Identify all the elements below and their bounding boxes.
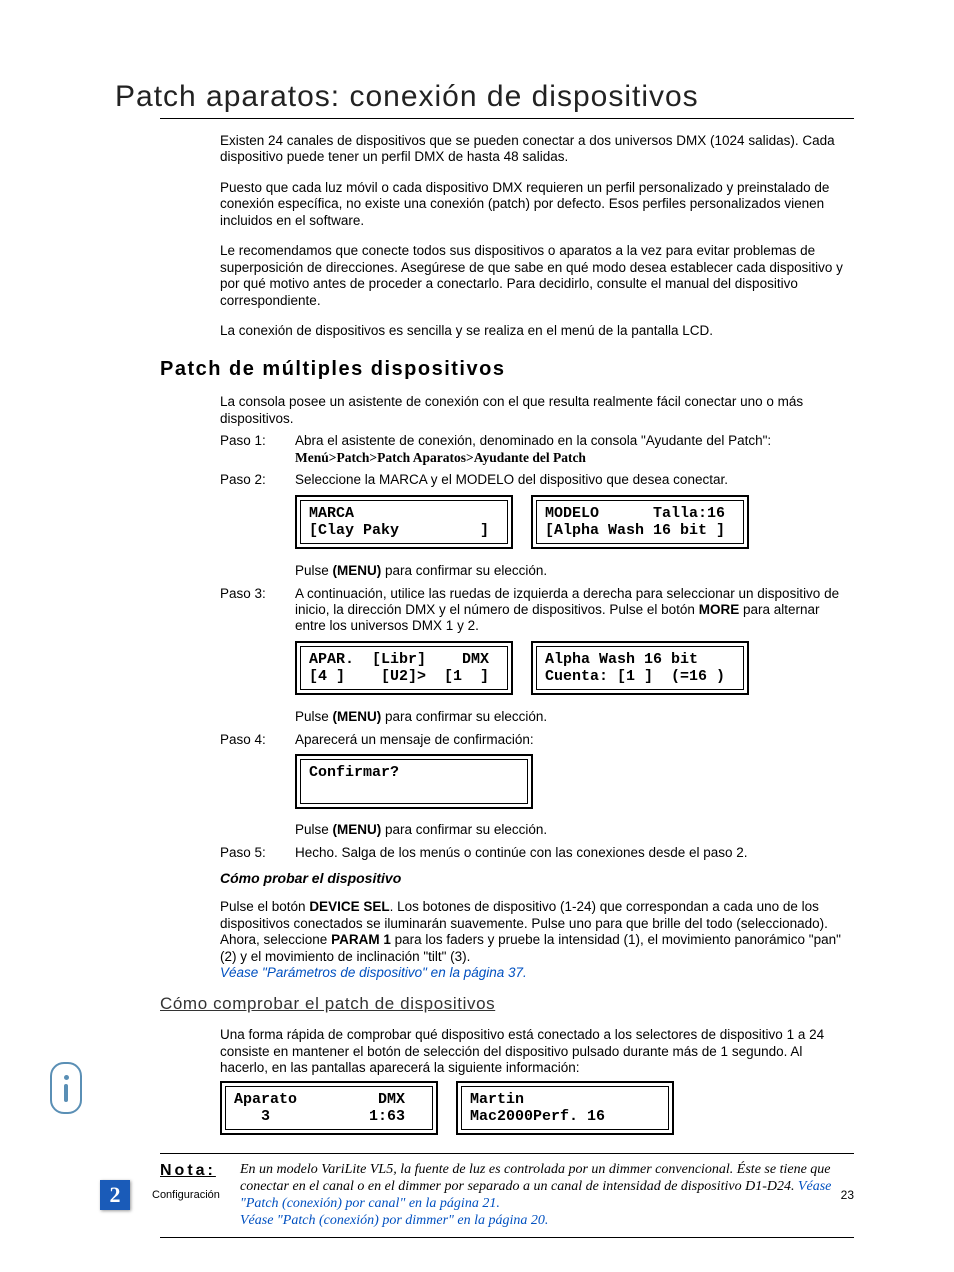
step-4-body: Aparecerá un mensaje de confirmación:: [295, 732, 854, 748]
lcd-row-4: Aparato DMX 3 1:63 Martin Mac2000Perf. 1…: [220, 1081, 854, 1136]
page-title: Patch aparatos: conexión de dispositivos: [115, 80, 854, 114]
step-1: Paso 1: Abra el asistente de conexión, d…: [220, 433, 854, 466]
step-2-label: Paso 2:: [220, 472, 295, 488]
subheading-comprobar: Cómo comprobar el patch de dispositivos: [160, 994, 854, 1014]
caption-menu-2: Pulse (MENU) para confirmar su elección.: [295, 709, 854, 724]
step-2: Paso 2: Seleccione la MARCA y el MODELO …: [220, 472, 854, 488]
step-4: Paso 4: Aparecerá un mensaje de confirma…: [220, 732, 854, 748]
step-1-menu-path: Menú>Patch>Patch Aparatos>Ayudante del P…: [295, 450, 586, 465]
probar-param1: PARAM 1: [331, 932, 391, 947]
step-1-body: Abra el asistente de conexión, denominad…: [295, 433, 854, 466]
lcd-martin-inner: Martin Mac2000Perf. 16: [461, 1086, 669, 1131]
patch-multiples-lead: La consola posee un asistente de conexió…: [220, 394, 854, 427]
press-menu-tail-1: para confirmar su elección.: [381, 563, 547, 578]
press-menu-pre-1: Pulse: [295, 563, 333, 578]
lcd-modelo: MODELO Talla:16 [Alpha Wash 16 bit ]: [531, 495, 749, 550]
footer: 2 Configuración 23: [0, 1180, 954, 1210]
step-3-body: A continuación, utilice las ruedas de iz…: [295, 586, 854, 635]
lcd-row-2: APAR. [Libr] DMX [4 ] [U2]> [1 ] Alpha W…: [295, 641, 854, 696]
step-5-body: Hecho. Salga de los menús o continúe con…: [295, 845, 854, 861]
step-5: Paso 5: Hecho. Salga de los menús o cont…: [220, 845, 854, 861]
probar-body: Pulse el botón DEVICE SEL. Los botones d…: [220, 899, 854, 981]
lcd-modelo-inner: MODELO Talla:16 [Alpha Wash 16 bit ]: [536, 500, 744, 545]
intro-p1: Existen 24 canales de dispositivos que s…: [220, 133, 854, 166]
probar-device-sel: DEVICE SEL: [309, 899, 389, 914]
step-2-body: Seleccione la MARCA y el MODELO del disp…: [295, 472, 854, 488]
page-number: 23: [841, 1188, 854, 1202]
press-menu-bold-2: (MENU): [333, 709, 382, 724]
info-icon: [50, 1062, 82, 1114]
lcd-aparato: Aparato DMX 3 1:63: [220, 1081, 438, 1136]
chapter-number-badge: 2: [100, 1180, 130, 1210]
chapter-title: Configuración: [152, 1189, 841, 1201]
lcd-row-1: MARCA [Clay Paky ] MODELO Talla:16 [Alph…: [295, 495, 854, 550]
lcd-aparato-inner: Aparato DMX 3 1:63: [225, 1086, 433, 1131]
lcd-apar-inner: APAR. [Libr] DMX [4 ] [U2]> [1 ]: [300, 646, 508, 691]
comprobar-body: Una forma rápida de comprobar qué dispos…: [220, 1027, 854, 1076]
lcd-marca-inner: MARCA [Clay Paky ]: [300, 500, 508, 545]
lcd-apar: APAR. [Libr] DMX [4 ] [U2]> [1 ]: [295, 641, 513, 696]
intro-p3: Le recomendamos que conecte todos sus di…: [220, 243, 854, 309]
intro-p2: Puesto que cada luz móvil o cada disposi…: [220, 180, 854, 229]
lcd-marca: MARCA [Clay Paky ]: [295, 495, 513, 550]
lcd-martin: Martin Mac2000Perf. 16: [456, 1081, 674, 1136]
lcd-confirmar: Confirmar?: [295, 754, 533, 809]
lcd-confirmar-inner: Confirmar?: [300, 759, 528, 804]
lcd-row-3: Confirmar?: [295, 754, 854, 809]
press-menu-tail-2: para confirmar su elección.: [381, 709, 547, 724]
caption-menu-3: Pulse (MENU) para confirmar su elección.: [295, 822, 854, 837]
caption-menu-1: Pulse (MENU) para confirmar su elección.: [295, 563, 854, 578]
press-menu-tail-3: para confirmar su elección.: [381, 822, 547, 837]
press-menu-bold-1: (MENU): [333, 563, 382, 578]
step-5-label: Paso 5:: [220, 845, 295, 861]
step-3: Paso 3: A continuación, utilice las rued…: [220, 586, 854, 635]
step-3-label: Paso 3:: [220, 586, 295, 635]
press-menu-pre-3: Pulse: [295, 822, 333, 837]
subheading-probar: Cómo probar el dispositivo: [220, 870, 854, 886]
intro-p4: La conexión de dispositivos es sencilla …: [220, 323, 854, 339]
probar-link[interactable]: Véase "Parámetros de dispositivo" en la …: [220, 965, 527, 980]
step-1-label: Paso 1:: [220, 433, 295, 466]
probar-pre: Pulse el botón: [220, 899, 309, 914]
title-rule: [160, 118, 854, 119]
step-4-label: Paso 4:: [220, 732, 295, 748]
subheading-patch-multiples: Patch de múltiples dispositivos: [160, 358, 854, 381]
lcd-alpha: Alpha Wash 16 bit Cuenta: [1 ] (=16 ): [531, 641, 749, 696]
step-3-more: MORE: [699, 602, 740, 617]
note-link-2[interactable]: Véase "Patch (conexión) por dimmer" en l…: [240, 1213, 548, 1228]
press-menu-pre-2: Pulse: [295, 709, 333, 724]
lcd-alpha-inner: Alpha Wash 16 bit Cuenta: [1 ] (=16 ): [536, 646, 744, 691]
step-1-text: Abra el asistente de conexión, denominad…: [295, 433, 771, 448]
press-menu-bold-3: (MENU): [333, 822, 382, 837]
